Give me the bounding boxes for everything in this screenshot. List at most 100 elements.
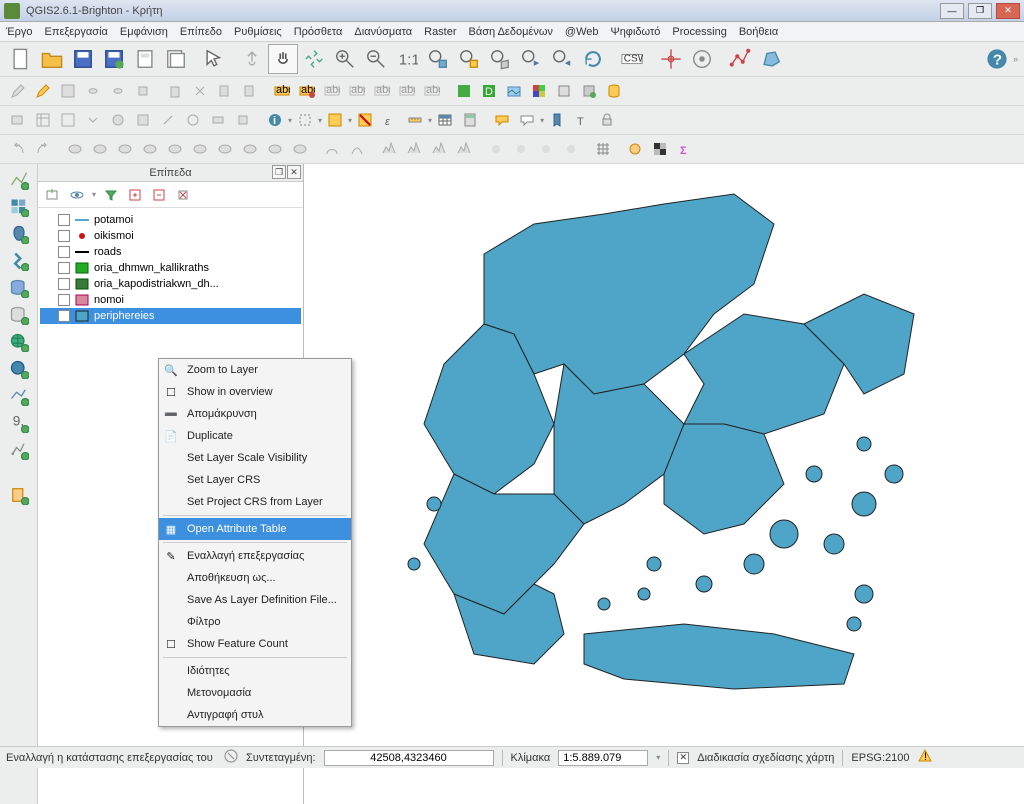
coord-capture-button[interactable] — [656, 44, 686, 74]
render-checkbox[interactable]: ✕ — [677, 752, 689, 764]
cut-icon[interactable] — [188, 79, 212, 103]
annotation-button[interactable] — [515, 108, 539, 132]
layer-row-oria_kapodistriakwn_dh...[interactable]: oria_kapodistriakwn_dh... — [40, 276, 301, 292]
qc-green1-icon[interactable] — [452, 79, 476, 103]
h4[interactable] — [452, 137, 476, 161]
pencil-icon[interactable] — [6, 79, 30, 103]
ctx-show-feature-count[interactable]: ☐Show Feature Count — [159, 633, 351, 655]
bookmark-button[interactable] — [545, 108, 569, 132]
help-button[interactable]: ? — [982, 44, 1012, 74]
layer-checkbox[interactable] — [58, 246, 70, 258]
minimize-button[interactable]: — — [940, 3, 964, 19]
table-button[interactable] — [433, 108, 457, 132]
sun1-icon[interactable] — [484, 137, 508, 161]
g1[interactable] — [63, 137, 87, 161]
menu-web[interactable]: @Web — [565, 26, 599, 38]
wcs-icon[interactable] — [7, 357, 31, 381]
zoom-full-button[interactable] — [423, 44, 453, 74]
zoom-layer-button[interactable] — [485, 44, 515, 74]
polyline-button[interactable] — [725, 44, 755, 74]
select-rect-button[interactable] — [323, 108, 347, 132]
label-g2-icon[interactable]: abc — [345, 79, 369, 103]
g11[interactable] — [320, 137, 344, 161]
ctx--[interactable]: Ιδιότητες — [159, 660, 351, 682]
g10[interactable] — [288, 137, 312, 161]
open-project-button[interactable] — [37, 44, 67, 74]
touch-button[interactable] — [237, 44, 267, 74]
identify-button[interactable]: i — [263, 108, 287, 132]
copy-icon[interactable] — [213, 79, 237, 103]
qc-photo-icon[interactable] — [502, 79, 526, 103]
layer-row-oikismoi[interactable]: oikismoi — [40, 228, 301, 244]
qc-misc1-icon[interactable] — [552, 79, 576, 103]
layer-checkbox[interactable] — [58, 214, 70, 226]
collapse-icon[interactable] — [150, 186, 168, 204]
ctx--[interactable]: ✎Εναλλαγή επεξεργασίας — [159, 545, 351, 567]
lock-button[interactable] — [595, 108, 619, 132]
checker-icon[interactable] — [648, 137, 672, 161]
new-vector-icon[interactable] — [7, 438, 31, 462]
remove-layer-icon[interactable] — [174, 186, 192, 204]
label-g3-icon[interactable]: abc — [370, 79, 394, 103]
menu-processing[interactable]: Processing — [672, 26, 726, 38]
scale-input[interactable] — [558, 750, 648, 766]
ctx-save-as-layer-definition-file-[interactable]: Save As Layer Definition File... — [159, 589, 351, 611]
ctx--[interactable]: Φίλτρο — [159, 611, 351, 633]
sigma-icon[interactable]: Σ — [673, 137, 697, 161]
toggle-edit-icon[interactable] — [31, 79, 55, 103]
tb3-10[interactable] — [231, 108, 255, 132]
layer-checkbox[interactable]: ✕ — [58, 310, 70, 322]
new-composer-button[interactable] — [130, 44, 160, 74]
add-group-icon[interactable] — [44, 186, 62, 204]
zoom-out-button[interactable] — [361, 44, 391, 74]
visibility-icon[interactable] — [68, 186, 86, 204]
layer-row-roads[interactable]: roads — [40, 244, 301, 260]
node-tool-icon[interactable] — [131, 79, 155, 103]
undo-icon[interactable] — [6, 137, 30, 161]
menu-edit[interactable]: Επεξεργασία — [45, 26, 108, 38]
qc-color-icon[interactable] — [527, 79, 551, 103]
csv-icon[interactable]: 9, — [7, 411, 31, 435]
ctx--[interactable]: Αντιγραφή στυλ — [159, 704, 351, 726]
menu-raster2[interactable]: Ψηφιδωτό — [611, 26, 661, 38]
csw-button[interactable]: CSW — [616, 44, 648, 74]
layer-checkbox[interactable] — [58, 278, 70, 290]
menu-project[interactable]: Έργο — [6, 26, 33, 38]
pan-button[interactable] — [268, 44, 298, 74]
tb3-1[interactable] — [6, 108, 30, 132]
label-abc2-icon[interactable]: abc — [295, 79, 319, 103]
wms-icon[interactable] — [7, 330, 31, 354]
stop-icon[interactable] — [224, 749, 238, 766]
postgis-icon[interactable] — [7, 222, 31, 246]
tb3-8[interactable] — [181, 108, 205, 132]
tb3-6[interactable] — [131, 108, 155, 132]
select-arrow-button[interactable] — [199, 44, 229, 74]
redo-icon[interactable] — [31, 137, 55, 161]
ctx--[interactable]: Μετονομασία — [159, 682, 351, 704]
map-canvas[interactable] — [304, 164, 1024, 804]
crs-label[interactable]: EPSG:2100 — [851, 752, 909, 764]
tb3-3[interactable] — [56, 108, 80, 132]
qc-db-icon[interactable] — [602, 79, 626, 103]
menu-database[interactable]: Βάση Δεδομένων — [469, 26, 553, 38]
layer-checkbox[interactable] — [58, 230, 70, 242]
g5[interactable] — [163, 137, 187, 161]
save-edits-icon[interactable] — [56, 79, 80, 103]
g2[interactable] — [88, 137, 112, 161]
pan-to-selection-button[interactable] — [299, 44, 329, 74]
vector-layer-icon[interactable] — [7, 168, 31, 192]
g6[interactable] — [188, 137, 212, 161]
ctx-set-project-crs-from-layer[interactable]: Set Project CRS from Layer — [159, 491, 351, 513]
ctx--[interactable]: ➖Απομάκρυνση — [159, 403, 351, 425]
save-project-button[interactable] — [68, 44, 98, 74]
maximize-button[interactable]: ❐ — [968, 3, 992, 19]
label-g5-icon[interactable]: abc — [420, 79, 444, 103]
zoom-in-button[interactable] — [330, 44, 360, 74]
layer-checkbox[interactable] — [58, 294, 70, 306]
oracle-icon[interactable] — [7, 303, 31, 327]
zoomnative-icon[interactable] — [293, 108, 317, 132]
menu-help[interactable]: Βοήθεια — [739, 26, 778, 38]
h1[interactable] — [377, 137, 401, 161]
g8[interactable] — [238, 137, 262, 161]
menu-view[interactable]: Εμφάνιση — [120, 26, 168, 38]
